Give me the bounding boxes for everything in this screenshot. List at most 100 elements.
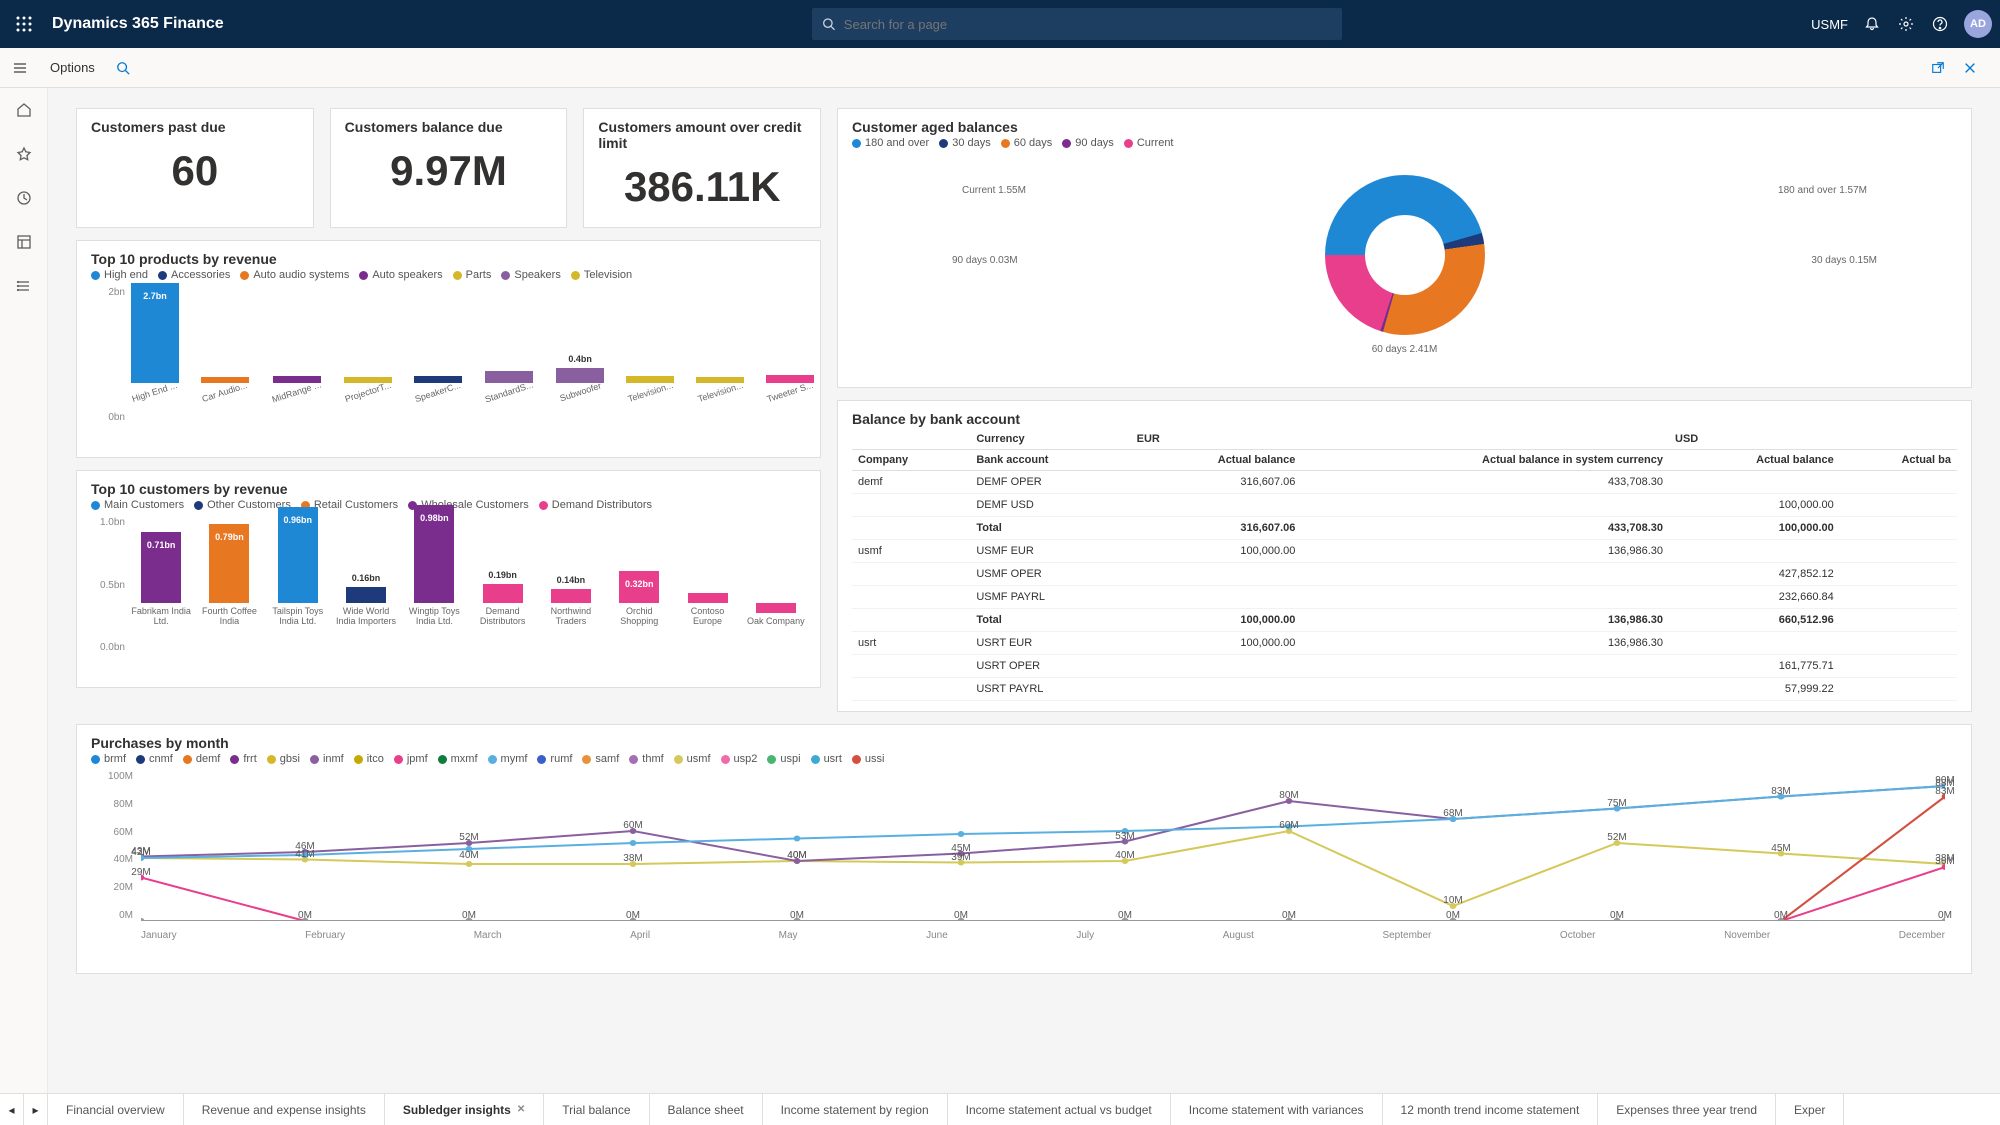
table-header[interactable]: Actual ba [1840,450,1957,471]
report-tab[interactable]: Balance sheet [650,1094,763,1125]
legend-item[interactable]: rumf [537,753,572,765]
help-icon[interactable] [1930,14,1950,34]
legend-item[interactable]: 90 days [1062,137,1114,149]
chart-aged-donut[interactable]: 180 and over 1.57M 30 days 0.15M 60 days… [852,155,1957,355]
legend-item[interactable]: cnmf [136,753,173,765]
bar-col[interactable]: StandardS... [484,371,534,397]
legend-item[interactable]: Television [571,269,632,281]
bar-col[interactable]: Oak Company [746,603,806,627]
bar-col[interactable]: Car Audio... [201,377,249,397]
legend-item[interactable]: usrt [811,753,842,765]
tab-scroll-left-icon[interactable]: ◂ [0,1094,24,1125]
report-tab[interactable]: Income statement with variances [1171,1094,1383,1125]
close-icon[interactable] [1960,58,1980,78]
user-avatar[interactable]: AD [1964,10,1992,38]
bar-col[interactable]: 0.19bnDemand Distributors [472,584,532,627]
legend-item[interactable]: 180 and over [852,137,929,149]
chart-top-customers[interactable]: 1.0bn0.5bn0.0bn 0.71bnFabrikam India Ltd… [91,517,806,677]
company-code[interactable]: USMF [1811,17,1848,32]
workspaces-icon[interactable] [14,232,34,252]
bar-col[interactable]: 0.16bnWide World India Importers [336,587,396,627]
legend-item[interactable]: Current [1124,137,1174,149]
table-header[interactable]: Company [852,450,970,471]
table-row[interactable]: USMF PAYRL232,660.84 [852,586,1957,609]
legend-item[interactable]: thmf [629,753,663,765]
recent-icon[interactable] [14,188,34,208]
home-icon[interactable] [14,100,34,120]
legend-item[interactable]: gbsi [267,753,300,765]
nav-toggle-icon[interactable] [8,56,32,80]
popout-icon[interactable] [1928,58,1948,78]
table-row[interactable]: USRT PAYRL57,999.22 [852,678,1957,701]
table-row[interactable]: demfDEMF OPER316,607.06433,708.30 [852,471,1957,494]
bar-col[interactable]: Television... [626,376,674,397]
tab-close-icon[interactable]: ✕ [517,1104,525,1115]
bar-col[interactable]: ProjectorT... [344,377,392,397]
search-box[interactable] [812,8,1342,40]
legend-item[interactable]: usp2 [721,753,758,765]
report-tab[interactable]: Revenue and expense insights [184,1094,385,1125]
legend-item[interactable]: 30 days [939,137,991,149]
bar-col[interactable]: 2.7bnHigh End ... [131,283,179,397]
table-header[interactable]: Actual balance [1131,450,1302,471]
bar-col[interactable]: Tweeter S... [766,375,814,397]
report-tab[interactable]: Financial overview [48,1094,184,1125]
legend-item[interactable]: ussi [852,753,885,765]
table-row[interactable]: Total100,000.00136,986.30660,512.96 [852,609,1957,632]
legend-item[interactable]: mymf [488,753,528,765]
legend-item[interactable]: Parts [453,269,492,281]
report-tab[interactable]: Income statement by region [763,1094,948,1125]
command-search-icon[interactable] [113,58,133,78]
legend-item[interactable]: brmf [91,753,126,765]
bar-col[interactable]: 0.32bnOrchid Shopping [609,571,669,627]
table-row[interactable]: usmfUSMF EUR100,000.00136,986.30 [852,540,1957,563]
bar-col[interactable]: 0.4bnSubwoofer [556,368,604,397]
report-tab[interactable]: 12 month trend income statement [1383,1094,1599,1125]
bar-col[interactable]: MidRange ... [271,376,322,397]
legend-item[interactable]: 60 days [1001,137,1053,149]
legend-item[interactable]: uspi [767,753,800,765]
table-row[interactable]: Total316,607.06433,708.30100,000.00 [852,517,1957,540]
legend-item[interactable]: frrt [230,753,256,765]
report-tab[interactable]: Income statement actual vs budget [948,1094,1171,1125]
bar-col[interactable]: 0.79bnFourth Coffee India [199,524,259,627]
table-header[interactable]: Actual balance [1669,450,1840,471]
legend-item[interactable]: Speakers [501,269,560,281]
legend-item[interactable]: Main Customers [91,499,184,511]
settings-icon[interactable] [1896,14,1916,34]
chart-top-products[interactable]: 2bn0bn 2.7bnHigh End ...Car Audio...MidR… [91,287,806,447]
report-tab[interactable]: Exper [1776,1094,1844,1125]
legend-item[interactable]: mxmf [438,753,478,765]
bar-col[interactable]: 0.14bnNorthwind Traders [541,589,601,627]
bar-col[interactable]: SpeakerC... [414,376,462,397]
table-row[interactable]: DEMF USD100,000.00 [852,494,1957,517]
legend-item[interactable]: Auto speakers [359,269,442,281]
options-button[interactable]: Options [50,60,95,75]
kpi-card-over-limit[interactable]: Customers amount over credit limit 386.1… [583,108,821,228]
report-tab[interactable]: Expenses three year trend [1598,1094,1776,1125]
search-input[interactable] [844,17,1333,32]
bar-col[interactable]: 0.98bnWingtip Toys India Ltd. [404,505,464,627]
kpi-card-balance-due[interactable]: Customers balance due 9.97M [330,108,568,228]
app-launcher-icon[interactable] [8,8,40,40]
legend-item[interactable]: inmf [310,753,344,765]
table-header[interactable]: Actual balance in system currency [1301,450,1669,471]
report-tab[interactable]: Trial balance [544,1094,649,1125]
notifications-icon[interactable] [1862,14,1882,34]
legend-item[interactable]: Auto audio systems [240,269,349,281]
table-row[interactable]: usrtUSRT EUR100,000.00136,986.30 [852,632,1957,655]
chart-purchases[interactable]: 100M80M60M40M20M0M 43M42M29M46M41M0M52M4… [91,771,1957,941]
favorites-icon[interactable] [14,144,34,164]
table-row[interactable]: USRT OPER161,775.71 [852,655,1957,678]
bar-col[interactable]: 0.96bnTailspin Toys India Ltd. [268,507,328,627]
kpi-card-past-due[interactable]: Customers past due 60 [76,108,314,228]
legend-item[interactable]: demf [183,753,220,765]
report-tab[interactable]: Subledger insights✕ [385,1094,544,1125]
legend-item[interactable]: Demand Distributors [539,499,652,511]
legend-item[interactable]: jpmf [394,753,428,765]
bar-col[interactable]: 0.71bnFabrikam India Ltd. [131,532,191,627]
legend-item[interactable]: itco [354,753,384,765]
bar-col[interactable]: Television... [696,377,744,397]
legend-item[interactable]: usmf [674,753,711,765]
bank-table-scroll[interactable]: Currency EUR USD CompanyBank accountActu… [852,429,1957,701]
